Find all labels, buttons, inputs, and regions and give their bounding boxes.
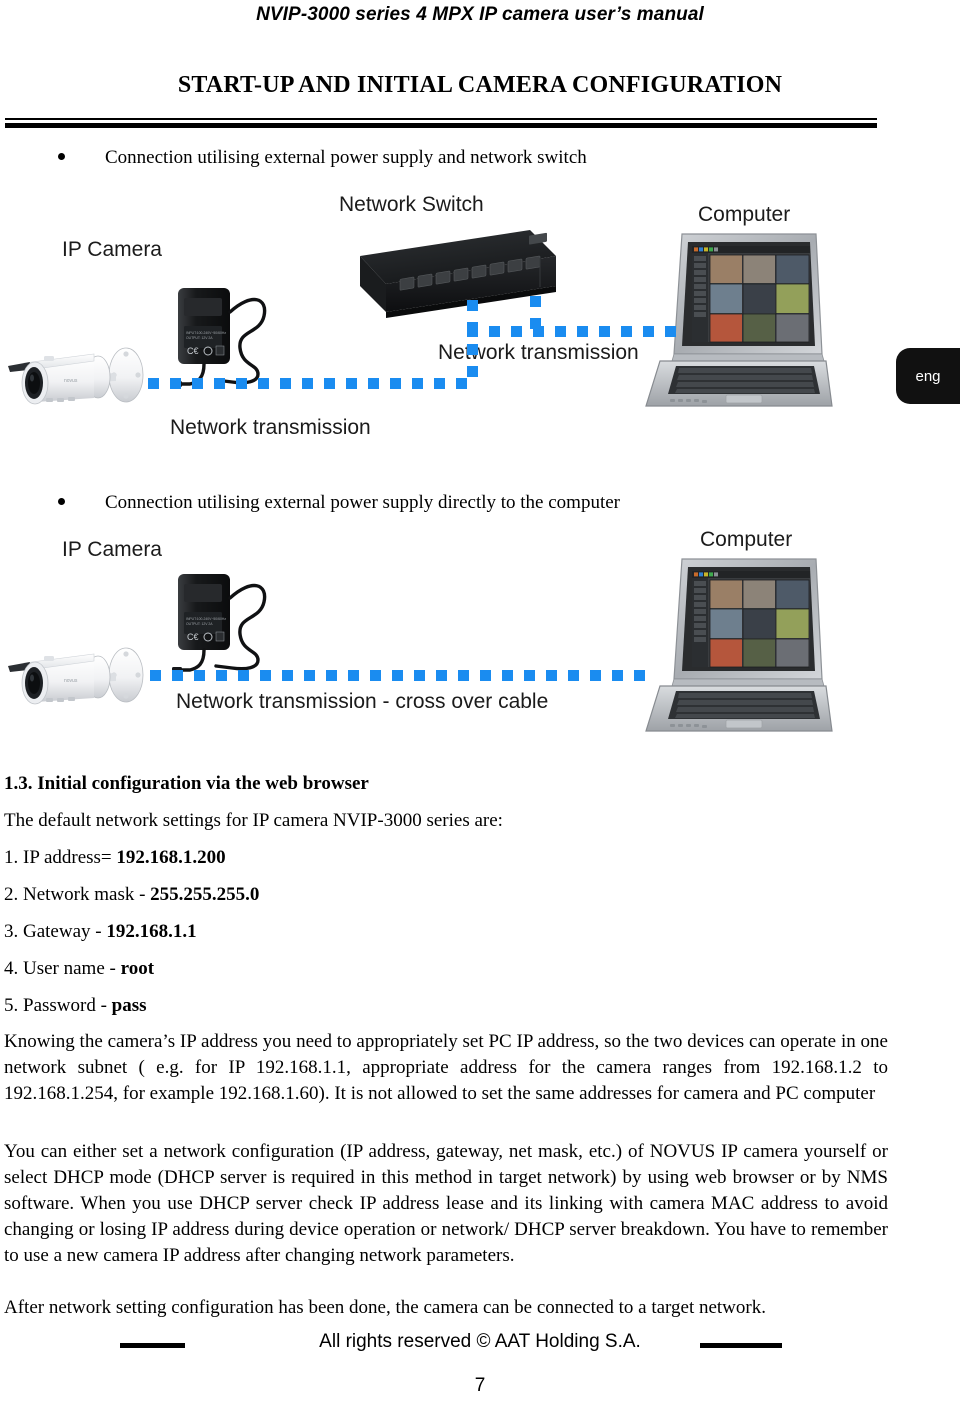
setting-number: 1. <box>4 847 19 868</box>
setting-row-3: 3. Gateway - 192.168.1.1 <box>4 920 197 944</box>
label-ip-camera-1: IP Camera <box>62 238 162 261</box>
setting-row-4: 4. User name - root <box>4 957 154 981</box>
setting-value: pass <box>111 995 147 1016</box>
network-link-switch-to-computer-horizontal <box>467 326 685 337</box>
label-network-transmission-crossover: Network transmission - cross over cable <box>176 690 549 713</box>
title-divider <box>5 118 877 128</box>
bullet-connection-direct: Connection utilising external power supp… <box>58 491 620 515</box>
label-network-switch: Network Switch <box>339 193 484 216</box>
svg-text:OUTPUT: 12V 2A: OUTPUT: 12V 2A <box>186 622 213 626</box>
svg-text:INPUT:100-240V~50/60Hz: INPUT:100-240V~50/60Hz <box>186 331 226 335</box>
power-adapter-image-2: INPUT:100-240V~50/60Hz OUTPUT: 12V 2A C€ <box>172 574 267 673</box>
section-heading: 1.3. Initial configuration via the web b… <box>4 773 369 794</box>
page-title: START-UP AND INITIAL CAMERA CONFIGURATIO… <box>177 72 783 98</box>
setting-label: Password - <box>23 995 107 1016</box>
bullet-connection-switch: Connection utilising external power supp… <box>58 146 587 170</box>
network-link-camera-to-switch-vertical <box>467 300 478 384</box>
svg-text:C€: C€ <box>187 632 199 642</box>
network-link-crossover-cable <box>150 670 648 681</box>
setting-number: 2. <box>4 884 19 905</box>
section-intro: The default network settings for IP came… <box>4 810 503 831</box>
setting-value: 192.168.1.1 <box>106 921 197 942</box>
label-computer-1: Computer <box>698 203 791 226</box>
network-link-camera-to-switch-horizontal <box>148 378 478 389</box>
svg-text:OUTPUT: 12V 2A: OUTPUT: 12V 2A <box>186 336 213 340</box>
language-tab-eng[interactable]: eng <box>896 348 960 404</box>
label-computer-2: Computer <box>700 528 793 551</box>
setting-label: Network mask - <box>23 884 146 905</box>
bullet-label: Connection utilising external power supp… <box>105 492 620 513</box>
ip-camera-image-2: novus <box>8 647 144 705</box>
paragraph-subnet: Knowing the camera’s IP address you need… <box>4 1031 888 1104</box>
setting-row-1: 1. IP address= 192.168.1.200 <box>4 846 226 870</box>
setting-label: User name - <box>23 958 116 979</box>
svg-text:C€: C€ <box>187 346 199 356</box>
setting-value: 192.168.1.200 <box>116 847 226 868</box>
setting-label: Gateway - <box>23 921 102 942</box>
setting-row-2: 2. Network mask - 255.255.255.0 <box>4 883 259 907</box>
svg-text:INPUT:100-240V~50/60Hz: INPUT:100-240V~50/60Hz <box>186 617 226 621</box>
label-ip-camera-2: IP Camera <box>62 538 162 561</box>
label-network-transmission-lower: Network transmission <box>170 416 371 439</box>
bullet-dot-icon <box>58 498 65 505</box>
setting-row-5: 5. Password - pass <box>4 994 147 1018</box>
footer-copyright: All rights reserved © AAT Holding S.A. <box>319 1331 641 1352</box>
computer-laptop-image-1 <box>645 233 833 407</box>
setting-number: 4. <box>4 958 19 979</box>
setting-number: 5. <box>4 995 19 1016</box>
bullet-label: Connection utilising external power supp… <box>105 147 587 168</box>
network-link-switch-port-stub <box>530 296 541 330</box>
running-header: NVIP-3000 series 4 MPX IP camera user’s … <box>256 4 704 25</box>
page-number: 7 <box>474 1375 486 1396</box>
language-tab-label: eng <box>915 367 941 385</box>
setting-label: IP address= <box>23 847 112 868</box>
computer-laptop-image-2 <box>645 558 833 732</box>
paragraph-dhcp: You can either set a network configurati… <box>4 1141 888 1266</box>
network-switch-image <box>360 230 556 318</box>
setting-value: 255.255.255.0 <box>150 884 260 905</box>
ip-camera-image-1: novus <box>8 347 144 405</box>
bullet-dot-icon <box>58 153 65 160</box>
svg-text:novus: novus <box>64 378 78 384</box>
paragraph-after-config: After network setting configuration has … <box>4 1297 766 1318</box>
svg-text:novus: novus <box>64 678 78 684</box>
setting-number: 3. <box>4 921 19 942</box>
setting-value: root <box>120 958 155 979</box>
